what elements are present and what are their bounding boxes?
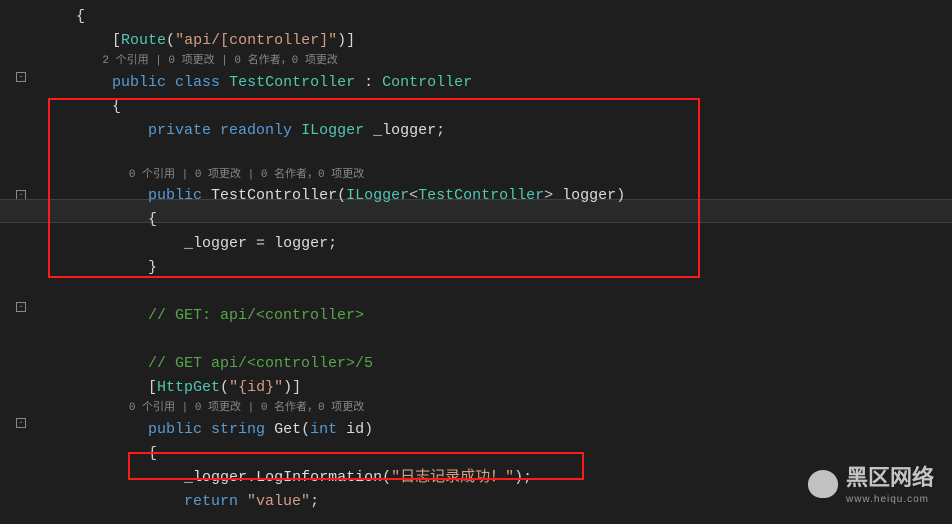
field-type: ILogger	[301, 122, 364, 139]
route-string: "api/[controller]"	[175, 32, 337, 49]
class-name: TestController	[229, 74, 355, 91]
comment-get-id: // GET api/<controller>/5	[148, 355, 373, 372]
code-editor[interactable]: { [Route("api/[controller]")] 2 个引用 | 0 …	[30, 0, 952, 524]
watermark-url: www.heiqu.com	[846, 492, 934, 508]
ctor-param: logger	[553, 187, 616, 204]
attribute-httpget: HttpGet	[157, 379, 220, 396]
log-message: "日志记录成功！"	[391, 469, 514, 486]
comment-get-all: // GET: api/<controller>	[148, 307, 364, 324]
codelens-class[interactable]: 2 个引用 | 0 项更改 | 0 名作者，0 项更改	[102, 55, 337, 67]
fold-icon[interactable]: -	[16, 302, 26, 312]
base-class: Controller	[382, 74, 472, 91]
mushroom-icon	[808, 470, 838, 498]
fold-icon[interactable]: -	[16, 418, 26, 428]
codelens-get[interactable]: 0 个引用 | 0 项更改 | 0 名作者，0 项更改	[129, 402, 364, 414]
fold-icon[interactable]: -	[16, 72, 26, 82]
watermark-title: 黑区网络	[846, 465, 934, 490]
code-gutter: - - - -	[0, 0, 30, 524]
constructor-name: TestController	[211, 187, 337, 204]
watermark: 黑区网络 www.heiqu.com	[808, 460, 934, 508]
assign-lhs: _logger	[184, 235, 247, 252]
brace-open: {	[76, 8, 85, 25]
attribute-route: Route	[121, 32, 166, 49]
codelens-ctor[interactable]: 0 个引用 | 0 项更改 | 0 名作者，0 项更改	[129, 169, 364, 181]
log-method: LogInformation	[256, 469, 382, 486]
field-name: _logger	[364, 122, 436, 139]
method-get: Get	[265, 421, 301, 438]
